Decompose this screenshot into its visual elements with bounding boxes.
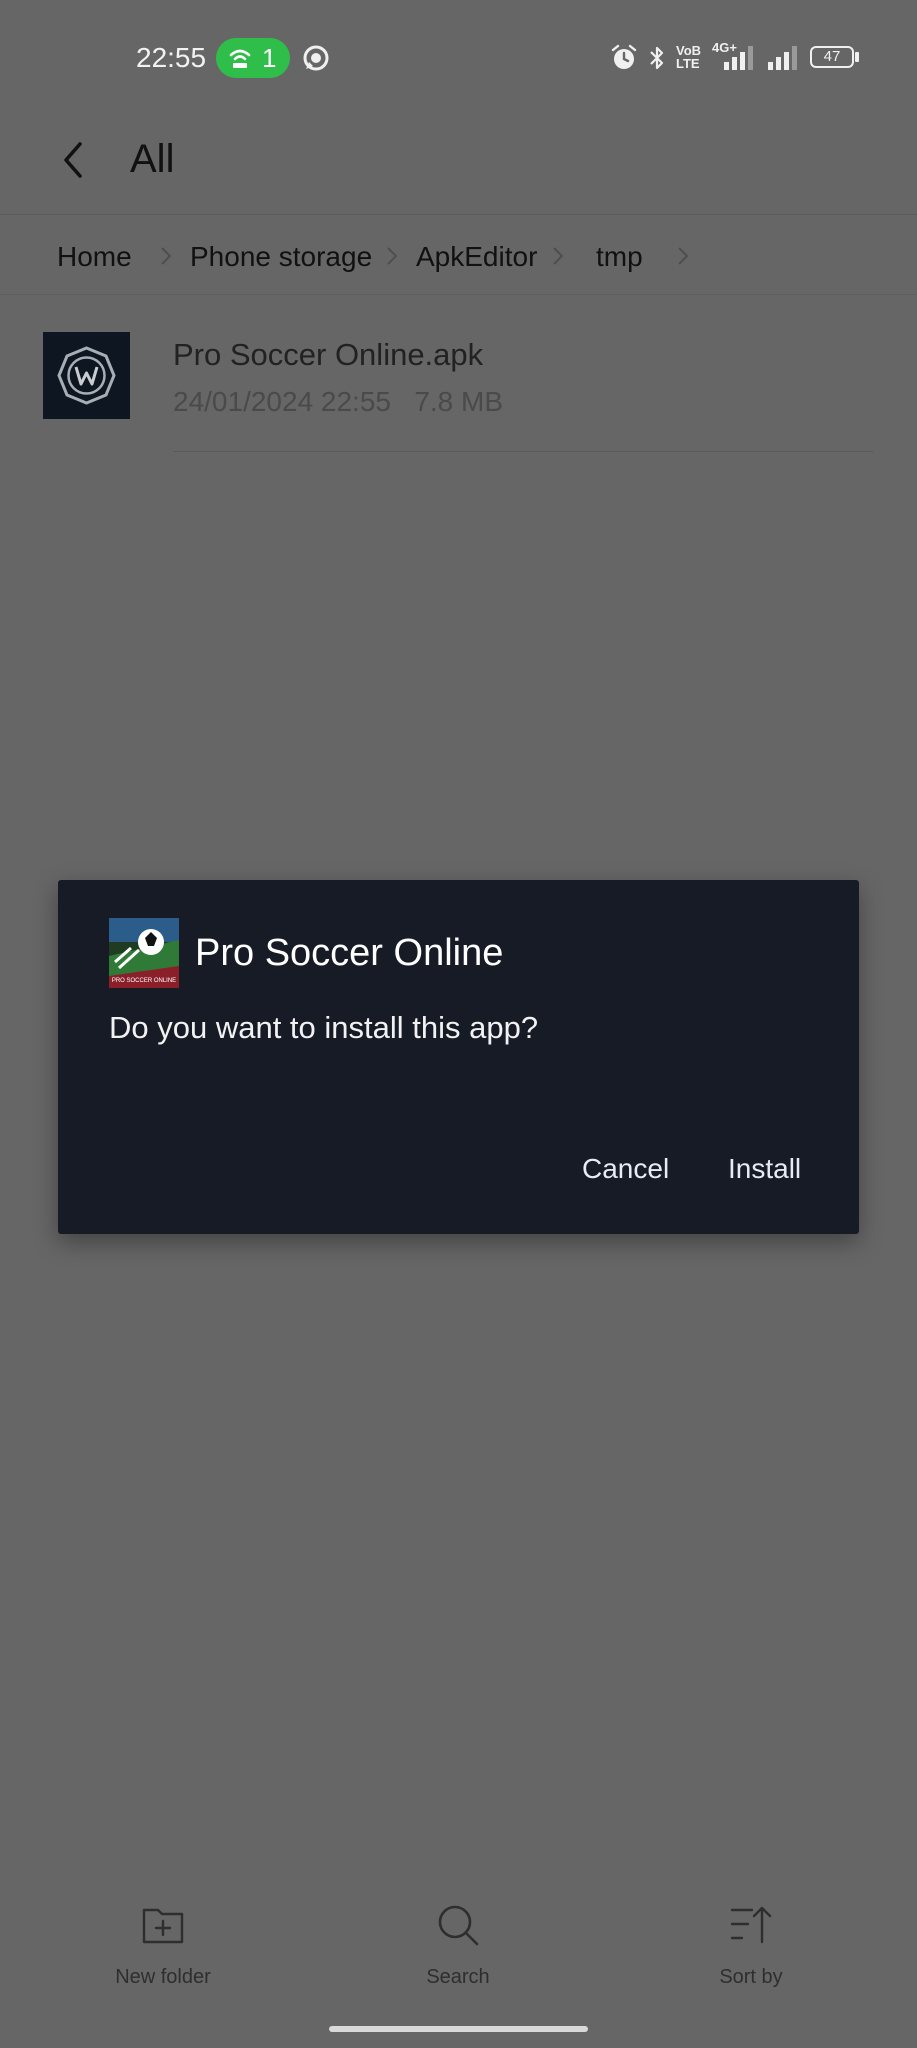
cancel-button[interactable]: Cancel xyxy=(570,1148,681,1190)
app-icon-text: PRO SOCCER ONLINE xyxy=(112,978,176,984)
file-meta: 24/01/2024 22:55 7.8 MB xyxy=(173,385,503,419)
list-divider xyxy=(173,451,873,452)
chevron-right-icon xyxy=(387,247,398,265)
breadcrumb-tmp[interactable]: tmp xyxy=(596,240,643,274)
install-button[interactable]: Install xyxy=(716,1148,813,1190)
sort-label: Sort by xyxy=(719,1966,783,1988)
new-folder-icon xyxy=(142,1908,184,1944)
status-time: 22:55 xyxy=(136,42,207,73)
bluetooth-icon xyxy=(650,46,664,70)
app-icon: PRO SOCCER ONLINE xyxy=(109,918,179,988)
hotspot-icon xyxy=(229,49,251,68)
breadcrumb-apkeditor[interactable]: ApkEditor xyxy=(416,240,537,274)
apk-file-icon xyxy=(43,332,130,419)
sort-icon xyxy=(730,1906,772,1944)
hotspot-indicator xyxy=(216,38,290,78)
battery-tip xyxy=(855,52,859,62)
volte-bottom-label: LTE xyxy=(676,56,700,71)
whatsapp-icon xyxy=(303,45,329,71)
breadcrumb-home[interactable]: Home xyxy=(57,240,132,274)
new-folder-label: New folder xyxy=(115,1966,211,1988)
battery-level: 47 xyxy=(823,48,841,65)
breadcrumb-divider xyxy=(0,294,917,295)
back-icon xyxy=(64,142,82,178)
signal-icon xyxy=(724,46,753,70)
dialog-message: Do you want to install this app? xyxy=(109,1010,539,1045)
home-indicator[interactable] xyxy=(329,2026,588,2032)
signal-icon-sim2 xyxy=(768,46,797,70)
search-icon xyxy=(438,1905,479,1946)
chevron-right-icon xyxy=(161,247,172,265)
breadcrumb-phone-storage[interactable]: Phone storage xyxy=(190,240,372,274)
header-divider xyxy=(0,214,917,215)
alarm-icon xyxy=(611,44,637,69)
file-date: 24/01/2024 22:55 xyxy=(173,386,391,417)
hotspot-count: 1 xyxy=(262,43,277,73)
back-button[interactable] xyxy=(44,130,104,190)
search-label: Search xyxy=(426,1966,490,1988)
file-size: 7.8 MB xyxy=(414,386,504,417)
chevron-right-icon xyxy=(553,247,564,265)
volte-icon: VoB LTE xyxy=(676,44,701,70)
file-name: Pro Soccer Online.apk xyxy=(173,337,484,372)
page-title: All xyxy=(130,137,175,181)
dialog-app-name: Pro Soccer Online xyxy=(195,932,504,974)
chevron-right-icon xyxy=(678,247,689,265)
